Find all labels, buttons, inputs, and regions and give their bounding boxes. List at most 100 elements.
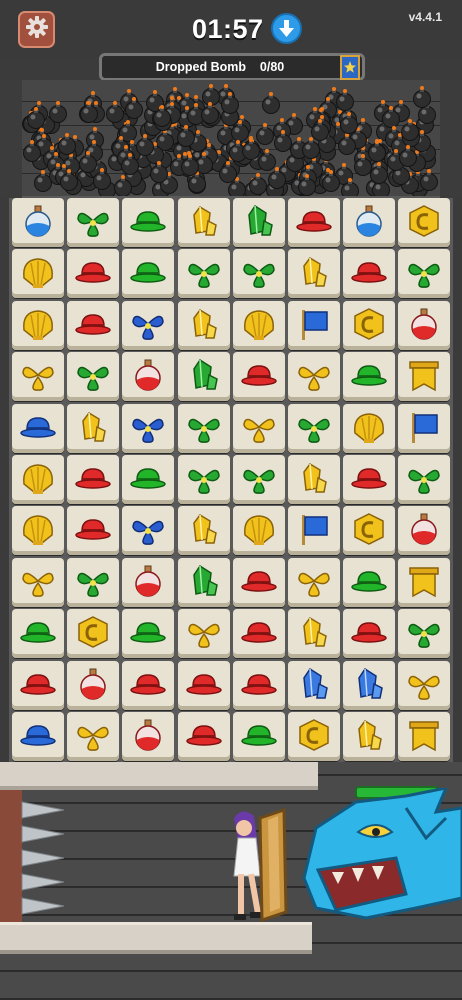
tile-leaf-yellow[interactable] — [232, 403, 285, 453]
tile-hat-red[interactable] — [343, 455, 396, 504]
tile-hat-green[interactable] — [343, 352, 396, 402]
tile-crystal-yellow[interactable] — [343, 712, 396, 761]
tile-leaf-yellow[interactable] — [288, 557, 340, 607]
tile-hat-red[interactable] — [232, 660, 285, 710]
potion-blue-icon — [356, 205, 382, 237]
tile-leaf[interactable] — [67, 557, 120, 607]
tile-crystal-green[interactable] — [177, 557, 230, 607]
hat-green-icon — [351, 365, 387, 386]
tile-shell[interactable] — [232, 506, 285, 556]
tile-hat-red[interactable] — [232, 557, 285, 607]
potion-blue-icon — [25, 205, 51, 237]
tile-hat-red[interactable] — [288, 198, 340, 247]
tile-leaf[interactable] — [232, 249, 285, 299]
tile-potion-red[interactable] — [398, 506, 451, 556]
tile-shell[interactable] — [232, 300, 285, 350]
tile-hat-red[interactable] — [67, 300, 120, 350]
tile-hat-green[interactable] — [12, 609, 64, 659]
tile-leaf[interactable] — [398, 609, 451, 659]
tile-hat-red[interactable] — [12, 660, 64, 710]
tile-shell[interactable] — [12, 455, 64, 504]
tile-crystal-yellow[interactable] — [288, 455, 340, 504]
tile-potion-red[interactable] — [122, 352, 175, 402]
tile-hat-green[interactable] — [122, 249, 175, 299]
tile-coin[interactable] — [343, 300, 396, 350]
tile-leaf[interactable] — [177, 455, 230, 504]
potion-red-icon — [411, 308, 438, 340]
tile-shell[interactable] — [12, 506, 64, 556]
tile-shell[interactable] — [12, 300, 64, 350]
tile-coin[interactable] — [288, 712, 340, 761]
tile-hat-red[interactable] — [67, 455, 120, 504]
tile-hat-red[interactable] — [232, 609, 285, 659]
tile-leaf[interactable] — [177, 249, 230, 299]
settings-button[interactable] — [18, 11, 55, 48]
tile-hat-green[interactable] — [122, 609, 175, 659]
crystal-green-icon — [192, 359, 218, 390]
bomb-icon — [334, 89, 356, 112]
tile-crystal-yellow[interactable] — [177, 198, 230, 247]
tile-shell[interactable] — [343, 403, 396, 453]
tile-crystal-yellow[interactable] — [177, 506, 230, 556]
tile-leaf[interactable] — [232, 455, 285, 504]
tile-hat-red[interactable] — [343, 609, 396, 659]
tile-crystal-yellow[interactable] — [288, 249, 340, 299]
tile-potion-red[interactable] — [122, 712, 175, 761]
tile-hat-blue[interactable] — [12, 403, 64, 453]
bomb-icon — [21, 139, 43, 162]
tile-hat-green[interactable] — [122, 198, 175, 247]
tile-leaf[interactable] — [67, 352, 120, 402]
tile-hat-red[interactable] — [122, 660, 175, 710]
tile-leaf-yellow[interactable] — [398, 660, 451, 710]
tile-leaf[interactable] — [288, 403, 340, 453]
tile-leaf-yellow[interactable] — [12, 557, 64, 607]
tile-coin[interactable] — [67, 609, 120, 659]
tile-leaf-blue[interactable] — [122, 403, 175, 453]
tile-flag[interactable] — [288, 506, 340, 556]
tile-crystal-green[interactable] — [232, 198, 285, 247]
flag-icon — [412, 412, 439, 443]
tile-banner[interactable] — [398, 712, 451, 761]
tile-crystal-green[interactable] — [177, 352, 230, 402]
tile-hat-red[interactable] — [67, 249, 120, 299]
tile-leaf[interactable] — [398, 249, 451, 299]
tile-hat-green[interactable] — [232, 712, 285, 761]
tile-hat-red[interactable] — [343, 249, 396, 299]
tile-hat-red[interactable] — [67, 506, 120, 556]
tile-coin[interactable] — [398, 198, 451, 247]
tile-hat-red[interactable] — [177, 660, 230, 710]
tile-crystal-blue[interactable] — [343, 660, 396, 710]
tile-leaf[interactable] — [67, 198, 120, 247]
tile-flag[interactable] — [288, 300, 340, 350]
tile-leaf-yellow[interactable] — [67, 712, 120, 761]
tile-leaf-blue[interactable] — [122, 300, 175, 350]
tile-banner[interactable] — [398, 352, 451, 402]
tile-hat-green[interactable] — [343, 557, 396, 607]
tile-potion-red[interactable] — [398, 300, 451, 350]
tile-potion-red[interactable] — [67, 660, 120, 710]
tile-leaf-yellow[interactable] — [288, 352, 340, 402]
crystal-yellow-icon — [192, 514, 217, 545]
tile-hat-green[interactable] — [122, 455, 175, 504]
tile-hat-red[interactable] — [177, 712, 230, 761]
coin-icon — [409, 205, 440, 237]
tile-potion-red[interactable] — [122, 557, 175, 607]
tile-banner[interactable] — [398, 557, 451, 607]
tile-crystal-yellow[interactable] — [67, 403, 120, 453]
tile-hat-blue[interactable] — [12, 712, 64, 761]
tile-crystal-yellow[interactable] — [177, 300, 230, 350]
tile-leaf-yellow[interactable] — [12, 352, 64, 402]
tile-hat-red[interactable] — [232, 352, 285, 402]
tile-shell[interactable] — [12, 249, 64, 299]
tile-crystal-blue[interactable] — [288, 660, 340, 710]
tile-potion-blue[interactable] — [12, 198, 64, 247]
tile-leaf-yellow[interactable] — [177, 609, 230, 659]
tile-potion-blue[interactable] — [343, 198, 396, 247]
shell-icon — [23, 515, 53, 546]
tile-flag[interactable] — [398, 403, 451, 453]
tile-leaf[interactable] — [398, 455, 451, 504]
tile-leaf-blue[interactable] — [122, 506, 175, 556]
tile-crystal-yellow[interactable] — [288, 609, 340, 659]
tile-leaf[interactable] — [177, 403, 230, 453]
tile-coin[interactable] — [343, 506, 396, 556]
